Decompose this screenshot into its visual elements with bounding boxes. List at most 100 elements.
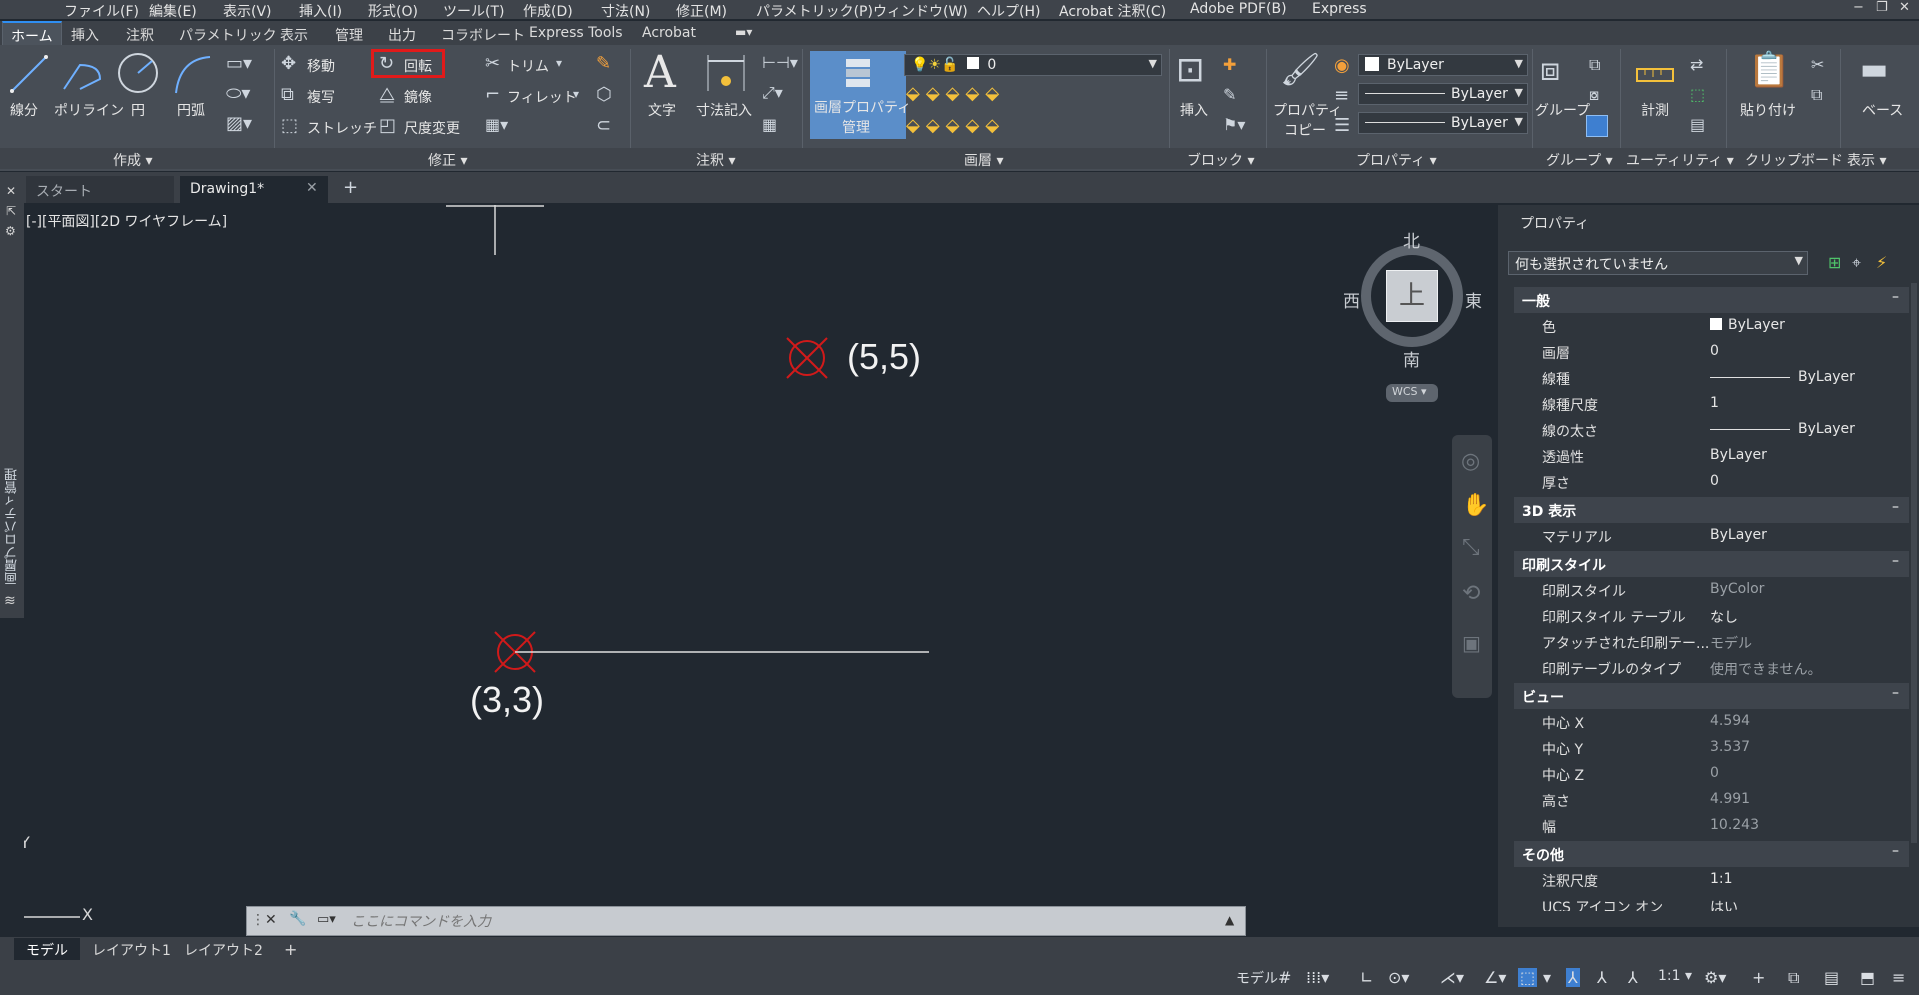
rotate-button[interactable]: 回転 [404,56,432,76]
annotation-scale-dropdown[interactable]: 1:1 ▾ [1658,968,1692,984]
close-tab-icon[interactable]: ✕ [306,180,318,196]
zoom-extents-icon[interactable]: ⤡ [1462,535,1480,560]
menu-format[interactable]: 形式(O) [368,1,418,21]
selection-dropdown[interactable]: 何も選択されていません ▼ [1508,251,1808,275]
erase-icon[interactable]: ✎ [596,55,611,73]
paste-icon[interactable]: 📋 [1748,53,1790,87]
ortho-icon[interactable]: ∟ [1360,968,1373,987]
quick-select-icon[interactable]: ⇄ [1690,57,1703,73]
text-icon[interactable]: A [644,51,676,95]
menu-help[interactable]: ヘルプ(H) [977,1,1040,21]
cut-icon[interactable]: ✂ [1811,57,1824,73]
hardware-acceleration-icon[interactable]: ▤ [1824,968,1839,987]
layer-tools-row1-icons[interactable]: ⬙⬙⬙⬙⬙ [906,85,1005,103]
section-3d-visualization[interactable]: 3D 表示 – [1514,497,1909,523]
command-input[interactable] [351,910,1211,932]
line-button[interactable]: 線分 [10,100,38,120]
menu-window[interactable]: ウィンドウ(W) [873,1,968,21]
prop-row-center-y[interactable]: 中心 Y 3.537 [1514,735,1909,761]
line-tool-icon[interactable] [8,53,50,95]
tab-layout2[interactable]: レイアウト2 [172,938,275,960]
cmd-history-icon[interactable]: ▲ [1225,913,1234,927]
layer-tools-row2-icons[interactable]: ⬙⬙⬙⬙⬙ [906,117,1005,135]
circle-tool-icon[interactable] [116,51,160,95]
autoscale-icon[interactable]: ⅄ [1597,968,1607,987]
stretch-button[interactable]: ストレッチ [307,118,377,138]
hatch-icon[interactable]: ▨▾ [226,115,252,133]
layer-dropdown[interactable]: 💡☀🔓 0 ▼ [904,54,1162,76]
match-properties-icon[interactable]: 🖌 [1280,53,1321,85]
prop-row-annotation-scale[interactable]: 注釈尺度 1:1 [1514,867,1909,893]
group-select-toggle-icon[interactable] [1586,115,1608,137]
tab-start[interactable]: スタート [26,176,174,203]
select-all-icon[interactable]: ⬚ [1690,87,1705,103]
steering-wheel-icon[interactable]: ◎ [1461,449,1480,474]
tab-acrobat[interactable]: Acrobat [642,25,696,41]
insert-block-icon[interactable]: ⊡ [1176,53,1205,87]
menu-insert[interactable]: 挿入(I) [299,1,342,21]
tab-output[interactable]: 出力 [388,25,416,45]
trim-dropdown-icon[interactable]: ▾ [556,57,562,69]
tab-parametric[interactable]: パラメトリック [179,25,277,45]
select-objects-icon[interactable]: ⌖ [1852,253,1861,273]
circle-button[interactable]: 円 [131,100,145,120]
add-layout-icon[interactable]: + [272,938,309,960]
collapse-icon[interactable]: – [1892,843,1899,859]
fillet-button[interactable]: フィレット [507,87,577,107]
linetype-dropdown[interactable]: ByLayer ▼ [1358,83,1528,105]
properties-scrollbar[interactable] [1911,283,1917,843]
section-misc[interactable]: その他 – [1514,841,1909,867]
tab-home[interactable]: ホーム [2,21,62,45]
group-button[interactable]: グループ [1535,100,1590,120]
edit-attributes-icon[interactable]: ⚑▾ [1223,117,1245,133]
panel-draw-title[interactable]: 作成 ▾ [113,150,152,170]
trim-button[interactable]: トリム [507,56,549,76]
drawing-area[interactable]: [-][平面図][2D ワイヤフレーム] (5,5) (3,3) Y X 上 北… [24,205,1498,940]
panel-view-title[interactable]: 表示 ▾ [1847,150,1886,170]
menu-dimension[interactable]: 寸法(N) [601,1,650,21]
prop-row-ucs-icon-on[interactable]: UCS アイコン オン はい [1514,893,1909,911]
tab-collaborate[interactable]: コラボレート [441,25,525,45]
menu-express[interactable]: Express [1312,1,1367,17]
palette-close-icon[interactable]: ✕ [6,184,16,198]
ribbon-options-icon[interactable]: ▬▾ [735,25,752,39]
ellipse-icon[interactable]: ⬭▾ [226,85,250,103]
prop-row-center-z[interactable]: 中心 Z0 [1514,761,1909,787]
copy-clip-icon[interactable]: ⧉ [1811,87,1822,103]
calculator-icon[interactable]: ▤ [1690,117,1705,133]
copy-button[interactable]: 複写 [307,87,335,107]
palette-settings-icon[interactable]: ⚙ [5,224,16,238]
panel-modify-title[interactable]: 修正 ▾ [428,150,467,170]
clean-screen-icon[interactable]: ⬒ [1860,968,1875,987]
group-icon[interactable]: ⧈ [1540,53,1560,85]
restore-icon[interactable]: ❐ [1876,0,1888,15]
polyline-tool-icon[interactable] [60,55,110,95]
menu-acrobat-comment[interactable]: Acrobat 注釈(C) [1059,1,1166,21]
dimension-button[interactable]: 寸法記入 [696,100,752,120]
collapse-icon[interactable]: – [1892,499,1899,515]
scale-button[interactable]: 尺度変更 [404,118,460,138]
prop-row-linetype[interactable]: 線種 ByLayer [1514,365,1909,391]
match-properties-button[interactable]: プロパティ [1273,100,1342,120]
arc-button[interactable]: 円弧 [177,100,205,120]
tab-view[interactable]: 表示 [280,25,308,45]
dimension-icon[interactable] [704,53,748,95]
isodraft-icon[interactable]: ⋌▾ [1440,968,1464,987]
paste-button[interactable]: 貼り付け [1740,100,1796,120]
prop-row-layer[interactable]: 画層 0 [1514,339,1909,365]
tab-model[interactable]: モデル [14,938,80,960]
insert-button[interactable]: 挿入 [1180,100,1208,120]
compass-south[interactable]: 南 [1403,346,1420,371]
mirror-button[interactable]: 鏡像 [404,87,432,107]
compass-east[interactable]: 東 [1465,287,1482,312]
compass-north[interactable]: 北 [1403,227,1420,252]
edit-block-icon[interactable]: ✎ [1223,87,1236,103]
menu-tools[interactable]: ツール(T) [443,1,504,21]
explode-icon[interactable]: ⬡ [596,86,612,104]
linetype-icon[interactable]: ☰ [1334,117,1350,135]
layers-palette-icon[interactable]: ≋ [4,593,16,609]
prop-row-lineweight[interactable]: 線の太さ ByLayer [1514,417,1909,443]
palette-autohide-icon[interactable]: ⇱ [6,204,16,218]
prop-row-linetype-scale[interactable]: 線種尺度 1 [1514,391,1909,417]
section-view[interactable]: ビュー – [1514,683,1909,709]
